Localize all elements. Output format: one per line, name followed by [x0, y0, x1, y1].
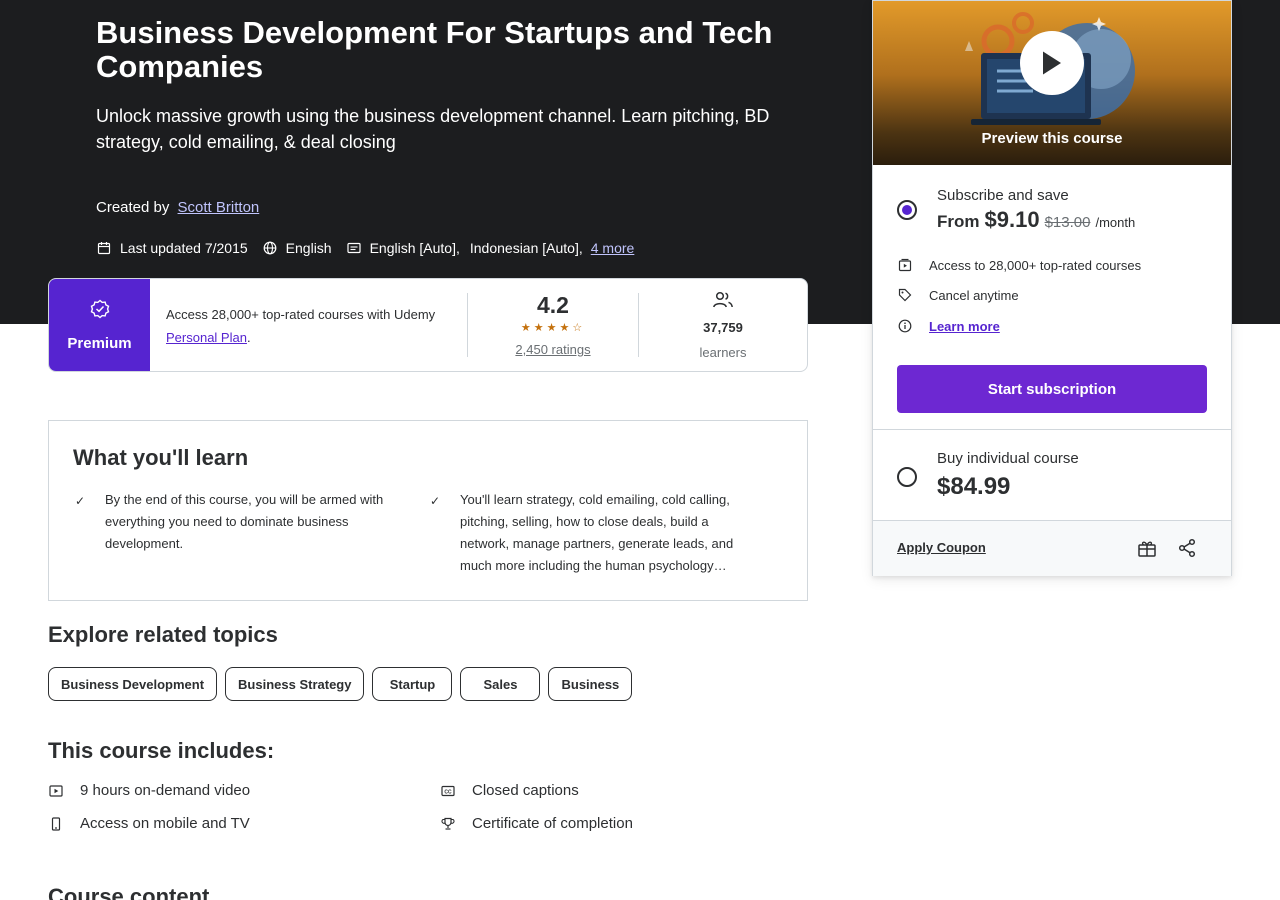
topic-chip[interactable]: Business Strategy	[225, 667, 365, 701]
personal-plan-link[interactable]: Personal Plan	[166, 330, 247, 345]
topic-chip[interactable]: Startup	[372, 667, 453, 701]
ratings-count-link[interactable]: 2,450 ratings	[515, 342, 590, 357]
learn-more-link[interactable]: Learn more	[929, 319, 1000, 334]
captions-icon: CC	[440, 783, 456, 799]
include-item: 9 hours on-demand video	[48, 782, 250, 799]
star-icon: ★	[559, 322, 573, 334]
premium-banner: Premium Access 28,000+ top-rated courses…	[48, 278, 808, 372]
caption-language: Indonesian [Auto],	[469, 240, 583, 256]
subscribe-price: From $9.10 $13.00 /month	[937, 207, 1135, 233]
check-icon: ✓	[430, 494, 441, 508]
section-title: Explore related topics	[48, 622, 278, 647]
gift-icon[interactable]	[1137, 538, 1157, 558]
original-price: $13.00	[1044, 214, 1091, 231]
sidebar-footer: Apply Coupon	[873, 520, 1231, 576]
apply-coupon-link[interactable]: Apply Coupon	[897, 540, 986, 555]
rating-value: 4.2	[537, 292, 569, 318]
caption-language: English [Auto],	[369, 240, 460, 256]
course-preview[interactable]: Preview this course	[873, 1, 1231, 165]
rating-summary: 4.2 ★★★★☆ 2,450 ratings	[468, 279, 638, 371]
users-icon	[712, 291, 734, 314]
section-title: What you'll learn	[73, 445, 249, 470]
star-outline-icon: ☆	[572, 322, 586, 334]
learners-count: 37,759	[703, 319, 743, 335]
topic-chip[interactable]: Business	[548, 667, 633, 701]
what-you-learn-section: What you'll learn ✓ By the end of this c…	[48, 420, 808, 601]
premium-badge: Premium	[49, 279, 150, 371]
learn-item-text: You'll learn strategy, cold emailing, co…	[460, 492, 734, 573]
premium-badge-icon	[89, 298, 111, 325]
feature-text: Cancel anytime	[929, 287, 1019, 303]
subscription-feature: Access to 28,000+ top-rated courses	[897, 257, 1141, 273]
instructor-link[interactable]: Scott Britton	[178, 199, 260, 216]
include-item-text: 9 hours on-demand video	[80, 782, 251, 799]
calendar-icon	[96, 240, 112, 256]
subscribe-title: Subscribe and save	[937, 187, 1069, 204]
related-topics: Business Development Business Strategy S…	[48, 667, 640, 701]
subscription-feature: Cancel anytime	[897, 287, 1019, 303]
share-icon[interactable]	[1177, 538, 1197, 558]
info-icon	[897, 318, 913, 334]
include-item-text: Closed captions	[472, 782, 579, 799]
learn-item-text: By the end of this course, you will be a…	[105, 492, 384, 551]
buy-course-radio[interactable]	[897, 467, 917, 487]
include-item: CC Closed captions	[440, 782, 579, 799]
from-label: From	[937, 212, 980, 231]
video-icon	[48, 783, 64, 799]
play-icon	[1043, 51, 1061, 75]
purchase-sidebar: Preview this course Subscribe and save F…	[872, 0, 1232, 576]
premium-text: Access 28,000+ top-rated courses with Ud…	[166, 307, 436, 322]
premium-text-suffix: .	[246, 330, 251, 345]
globe-icon	[262, 240, 278, 256]
captions-icon	[346, 240, 362, 256]
star-icon: ★	[520, 322, 534, 334]
trophy-icon	[440, 816, 456, 832]
learners-summary: 37,759 learners	[639, 279, 807, 371]
created-by: Created by Scott Britton	[96, 199, 259, 216]
divider	[873, 429, 1231, 430]
star-icon: ★	[546, 322, 560, 334]
section-title: This course includes:	[48, 738, 275, 763]
include-item: Access on mobile and TV	[48, 815, 250, 832]
learners-label: learners	[699, 344, 747, 360]
svg-text:CC: CC	[444, 789, 452, 795]
preview-label: Preview this course	[981, 130, 1123, 147]
subscription-feature: Learn more	[897, 318, 1000, 334]
include-item: Certificate of completion	[440, 815, 633, 832]
check-icon: ✓	[75, 494, 86, 508]
created-by-label: Created by	[96, 199, 170, 216]
buy-course-title: Buy individual course	[937, 450, 1079, 467]
price-period: /month	[1095, 215, 1136, 230]
course-language: English	[285, 240, 332, 256]
course-library-icon	[897, 257, 913, 273]
learn-item: ✓ You'll learn strategy, cold emailing, …	[428, 489, 783, 577]
subscription-price: $9.10	[984, 207, 1040, 232]
star-icon: ★	[533, 322, 547, 334]
premium-label: Premium	[67, 335, 132, 352]
course-price: $84.99	[937, 473, 1011, 500]
tag-icon	[897, 287, 913, 303]
course-title: Business Development For Startups and Te…	[96, 15, 773, 84]
subscribe-radio[interactable]	[897, 200, 917, 220]
learn-item: ✓ By the end of this course, you will be…	[73, 489, 428, 577]
mobile-icon	[48, 816, 64, 832]
section-title: Course content	[48, 884, 210, 900]
course-subtitle: Unlock massive growth using the business…	[96, 106, 770, 152]
rating-stars: ★★★★☆	[521, 321, 585, 334]
include-item-text: Certificate of completion	[472, 815, 633, 832]
learn-list: ✓ By the end of this course, you will be…	[73, 489, 783, 577]
play-button[interactable]	[1020, 31, 1084, 95]
topic-chip[interactable]: Business Development	[48, 667, 218, 701]
course-meta: Last updated 7/2015 English English [Aut…	[96, 240, 634, 256]
divider	[873, 520, 1231, 521]
start-subscription-button[interactable]: Start subscription	[897, 365, 1207, 413]
premium-description: Access 28,000+ top-rated courses with Ud…	[150, 279, 467, 371]
feature-text: Access to 28,000+ top-rated courses	[929, 257, 1142, 273]
topic-chip[interactable]: Sales	[460, 667, 541, 701]
include-item-text: Access on mobile and TV	[80, 815, 250, 832]
last-updated: Last updated 7/2015	[120, 240, 248, 256]
more-captions-link[interactable]: 4 more	[591, 240, 635, 256]
